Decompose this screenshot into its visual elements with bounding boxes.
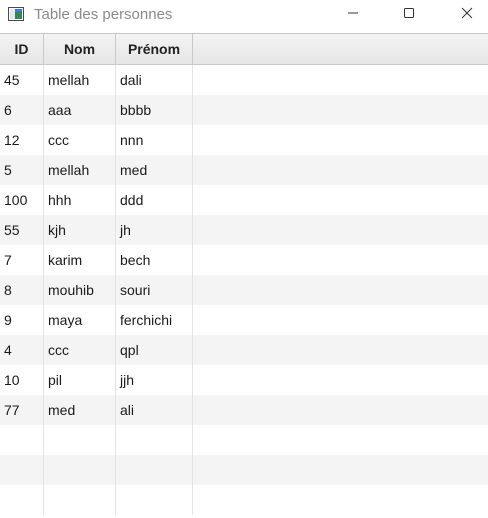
cell-id: 100: [0, 185, 44, 215]
cell-filler: [193, 125, 488, 155]
column-header-prenom[interactable]: Prénom: [116, 34, 193, 64]
cell-id: 77: [0, 395, 44, 425]
app-window-icon: [8, 7, 24, 21]
close-icon: [461, 6, 473, 24]
window-title: Table des personnes: [34, 6, 173, 23]
cell-nom: kjh: [44, 215, 116, 245]
empty-table-row: [0, 455, 488, 485]
table-row[interactable]: 9 maya ferchichi: [0, 305, 488, 335]
cell-nom: hhh: [44, 185, 116, 215]
empty-table-row: [0, 485, 488, 515]
cell-filler: [193, 155, 488, 185]
cell-id: [0, 485, 44, 515]
cell-filler: [193, 455, 488, 485]
column-header-nom[interactable]: Nom: [44, 34, 116, 64]
cell-filler: [193, 335, 488, 365]
cell-filler: [193, 215, 488, 245]
maximize-icon: [403, 6, 415, 24]
table-row[interactable]: 6 aaa bbbb: [0, 95, 488, 125]
cell-id: 5: [0, 155, 44, 185]
cell-prenom: qpl: [116, 335, 193, 365]
cell-prenom: souri: [116, 275, 193, 305]
cell-filler: [193, 365, 488, 395]
cell-prenom: dali: [116, 65, 193, 95]
cell-filler: [193, 275, 488, 305]
cell-filler: [193, 395, 488, 425]
table-row[interactable]: 7 karim bech: [0, 245, 488, 275]
cell-id: 55: [0, 215, 44, 245]
cell-nom: [44, 485, 116, 515]
cell-id: 6: [0, 95, 44, 125]
cell-nom: [44, 425, 116, 455]
cell-prenom: ferchichi: [116, 305, 193, 335]
cell-prenom: jjh: [116, 365, 193, 395]
cell-nom: mouhib: [44, 275, 116, 305]
empty-table-row: [0, 425, 488, 455]
cell-filler: [193, 65, 488, 95]
cell-id: 12: [0, 125, 44, 155]
cell-prenom: bbbb: [116, 95, 193, 125]
cell-prenom: nnn: [116, 125, 193, 155]
cell-nom: pil: [44, 365, 116, 395]
table-row[interactable]: 8 mouhib souri: [0, 275, 488, 305]
cell-nom: karim: [44, 245, 116, 275]
cell-nom: ccc: [44, 335, 116, 365]
cell-nom: mellah: [44, 65, 116, 95]
cell-id: [0, 425, 44, 455]
table-row[interactable]: 77 med ali: [0, 395, 488, 425]
cell-prenom: ali: [116, 395, 193, 425]
minimize-button[interactable]: [330, 0, 376, 30]
cell-prenom: [116, 485, 193, 515]
cell-nom: [44, 455, 116, 485]
close-button[interactable]: [444, 0, 488, 30]
table-row[interactable]: 12 ccc nnn: [0, 125, 488, 155]
cell-prenom: bech: [116, 245, 193, 275]
table-row[interactable]: 100 hhh ddd: [0, 185, 488, 215]
cell-filler: [193, 245, 488, 275]
cell-nom: med: [44, 395, 116, 425]
table-row[interactable]: 4 ccc qpl: [0, 335, 488, 365]
maximize-button[interactable]: [386, 0, 432, 30]
table-header: ID Nom Prénom: [0, 34, 488, 65]
cell-filler: [193, 185, 488, 215]
column-header-filler: [193, 34, 488, 64]
table-body: 45 mellah dali 6 aaa bbbb 12 ccc nnn 5 mellah med 10…: [0, 65, 488, 518]
cell-id: 7: [0, 245, 44, 275]
cell-prenom: [116, 425, 193, 455]
app-window: Table des personnes ID Nom Prénom 45 mell…: [0, 0, 488, 518]
table-row[interactable]: 45 mellah dali: [0, 65, 488, 95]
cell-id: 8: [0, 275, 44, 305]
minimize-icon: [347, 6, 359, 24]
title-bar[interactable]: Table des personnes: [0, 0, 488, 32]
persons-table[interactable]: ID Nom Prénom 45 mellah dali 6 aaa bbbb 12 ccc n…: [0, 33, 488, 518]
cell-prenom: jh: [116, 215, 193, 245]
cell-prenom: ddd: [116, 185, 193, 215]
cell-filler: [193, 305, 488, 335]
cell-filler: [193, 485, 488, 515]
column-header-id[interactable]: ID: [0, 34, 44, 64]
cell-nom: mellah: [44, 155, 116, 185]
cell-id: 9: [0, 305, 44, 335]
cell-nom: maya: [44, 305, 116, 335]
cell-id: 4: [0, 335, 44, 365]
cell-filler: [193, 425, 488, 455]
cell-id: 10: [0, 365, 44, 395]
cell-id: 45: [0, 65, 44, 95]
cell-filler: [193, 95, 488, 125]
cell-nom: aaa: [44, 95, 116, 125]
cell-id: [0, 455, 44, 485]
table-row[interactable]: 55 kjh jh: [0, 215, 488, 245]
table-row[interactable]: 5 mellah med: [0, 155, 488, 185]
table-row[interactable]: 10 pil jjh: [0, 365, 488, 395]
cell-nom: ccc: [44, 125, 116, 155]
cell-prenom: [116, 455, 193, 485]
cell-prenom: med: [116, 155, 193, 185]
